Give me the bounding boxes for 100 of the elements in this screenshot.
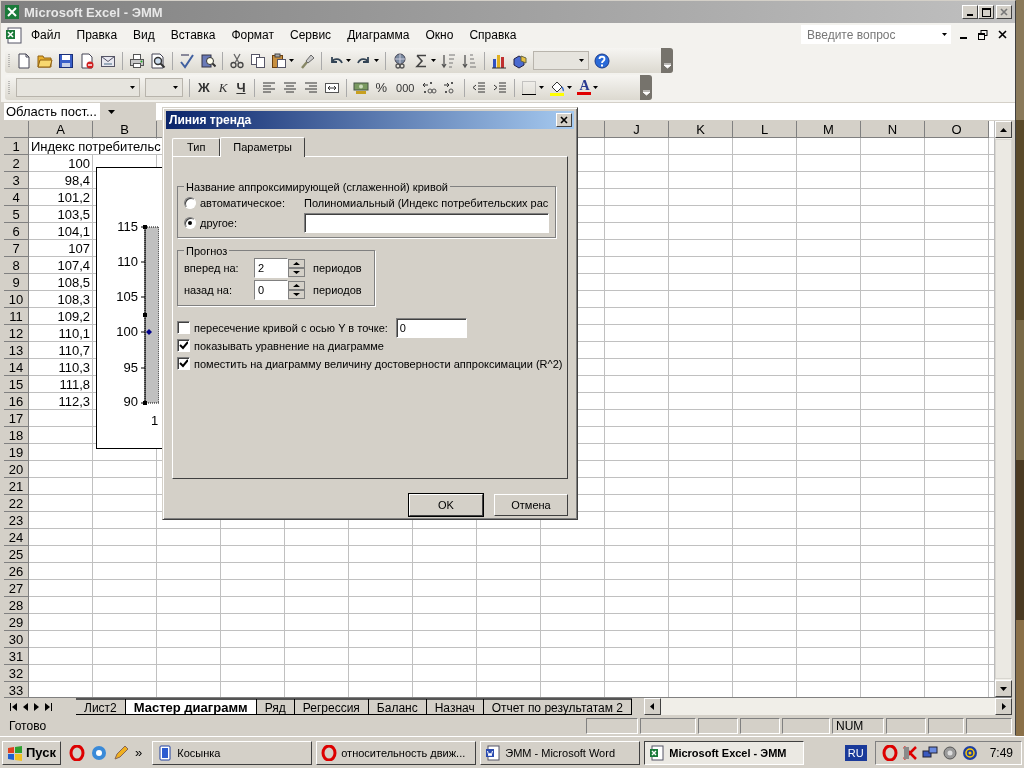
language-indicator[interactable]: RU <box>844 744 867 761</box>
row-header[interactable]: 31 <box>4 648 29 665</box>
menu-item[interactable]: Вид <box>125 25 163 44</box>
menu-item[interactable]: Правка <box>68 25 126 44</box>
checkbox[interactable] <box>177 339 190 353</box>
row-header[interactable]: 2 <box>4 155 29 172</box>
row-header[interactable]: 7 <box>4 240 29 257</box>
column-header[interactable]: A <box>29 121 93 138</box>
question-field[interactable]: Введите вопрос <box>801 25 951 44</box>
row-header[interactable]: 10 <box>4 291 29 308</box>
row-header[interactable]: 3 <box>4 172 29 189</box>
left-arrow-icon[interactable] <box>650 703 655 710</box>
taskbar-button[interactable]: Microsoft Excel - ЭММ <box>644 740 805 765</box>
row-header[interactable]: 29 <box>4 614 29 631</box>
column-header[interactable]: B <box>93 121 157 138</box>
radio-label[interactable]: другое: <box>200 216 300 229</box>
sheet-tab[interactable]: Лист2 <box>76 698 126 715</box>
dropdown-arrow-icon[interactable] <box>108 109 115 114</box>
close-button[interactable] <box>996 5 1012 19</box>
restore-icon[interactable] <box>978 29 988 40</box>
print-preview-icon[interactable] <box>150 52 166 69</box>
spell-check-icon[interactable] <box>179 52 195 69</box>
toolbar-options-icon[interactable] <box>640 75 652 100</box>
caret-icon[interactable] <box>346 59 351 62</box>
sort-ascending-icon[interactable] <box>441 52 457 69</box>
row-header[interactable]: 5 <box>4 206 29 223</box>
scroll-down-button[interactable] <box>995 680 1012 697</box>
pencil-icon[interactable] <box>113 744 129 761</box>
tab[interactable]: Параметры <box>220 136 305 157</box>
number-field[interactable]: 2 <box>254 257 288 278</box>
scroll-up-button[interactable] <box>995 121 1012 138</box>
row-header[interactable]: 13 <box>4 342 29 359</box>
shield-icon[interactable] <box>901 744 918 761</box>
help-icon[interactable] <box>594 52 610 69</box>
column-header[interactable]: O <box>925 121 989 138</box>
row-header[interactable]: 26 <box>4 563 29 580</box>
text-field[interactable]: 0 <box>395 317 467 338</box>
row-header[interactable]: 25 <box>4 546 29 563</box>
row-header[interactable]: 8 <box>4 257 29 274</box>
row-header[interactable]: 11 <box>4 308 29 325</box>
folder-icon[interactable] <box>37 52 53 69</box>
dialog-button[interactable]: OK <box>409 494 483 516</box>
toolbar-options-icon[interactable] <box>661 48 673 73</box>
align-center-icon[interactable] <box>281 79 298 96</box>
increase-indent-icon[interactable] <box>492 79 509 96</box>
up-arrow-icon[interactable] <box>1000 127 1007 132</box>
column-header[interactable]: M <box>797 121 861 138</box>
globe-icon[interactable] <box>392 52 408 69</box>
speaker-icon[interactable] <box>941 744 958 761</box>
currency-icon[interactable] <box>352 79 369 96</box>
row-header[interactable]: 32 <box>4 665 29 682</box>
thousands-button[interactable]: 000 <box>394 81 417 94</box>
row-header[interactable]: 15 <box>4 376 29 393</box>
row-header[interactable]: 21 <box>4 478 29 495</box>
taskbar-button[interactable]: Косынка <box>152 740 313 765</box>
row-header[interactable]: 14 <box>4 359 29 376</box>
menu-item[interactable]: Файл <box>23 25 69 44</box>
radio-label[interactable]: автоматическое: <box>200 196 300 209</box>
row-header[interactable]: 12 <box>4 325 29 342</box>
network-icon[interactable] <box>921 744 938 761</box>
opera-icon[interactable] <box>69 744 85 761</box>
new-document-icon[interactable] <box>16 52 32 69</box>
taskbar-button[interactable]: относительность движ... <box>316 740 477 765</box>
number-field[interactable]: 0 <box>254 279 288 300</box>
bold-button[interactable]: Ж <box>196 80 212 95</box>
close-icon[interactable] <box>998 30 1007 39</box>
dialog-button[interactable]: Отмена <box>494 494 568 516</box>
caret-icon[interactable] <box>431 59 436 62</box>
scroll-right-button[interactable] <box>995 698 1012 715</box>
row-header[interactable]: 6 <box>4 223 29 240</box>
sheet-tab[interactable]: Отчет по результатам 2 <box>483 698 632 715</box>
row-header[interactable]: 27 <box>4 580 29 597</box>
caret-icon[interactable] <box>289 59 294 62</box>
sheet-tab[interactable]: Назнач <box>426 698 484 715</box>
taskbar-button[interactable]: ЭММ - Microsoft Word <box>480 740 641 765</box>
percent-button[interactable]: % <box>373 80 390 95</box>
decrease-indent-icon[interactable] <box>471 79 488 96</box>
menu-item[interactable]: Окно <box>417 25 462 44</box>
printer-icon[interactable] <box>129 52 145 69</box>
shapes-icon[interactable] <box>512 52 528 69</box>
italic-button[interactable]: К <box>216 79 230 96</box>
checkbox-label[interactable]: поместить на диаграмму величину достоверности аппроксимации (R^2) <box>194 357 563 370</box>
increase-decimal-icon[interactable] <box>421 79 438 96</box>
caret-icon[interactable] <box>567 86 573 89</box>
caret-icon[interactable] <box>539 86 545 89</box>
menu-item[interactable]: Формат <box>223 25 283 44</box>
last-sheet-icon[interactable] <box>45 702 52 711</box>
sheet-tab[interactable]: Баланс <box>368 698 427 715</box>
document-lock-icon[interactable] <box>79 52 95 69</box>
row-header[interactable]: 30 <box>4 631 29 648</box>
spreadsheet-icon[interactable] <box>5 25 23 44</box>
borders-icon[interactable] <box>521 79 538 96</box>
menu-item[interactable]: Вставка <box>162 25 224 44</box>
row-header[interactable]: 16 <box>4 393 29 410</box>
row-header[interactable]: 28 <box>4 597 29 614</box>
opera-icon[interactable] <box>881 744 898 761</box>
menu-item[interactable]: Диаграмма <box>339 25 418 44</box>
previous-sheet-icon[interactable] <box>23 702 28 711</box>
column-header[interactable]: L <box>733 121 797 138</box>
tab[interactable]: Тип <box>172 137 221 156</box>
